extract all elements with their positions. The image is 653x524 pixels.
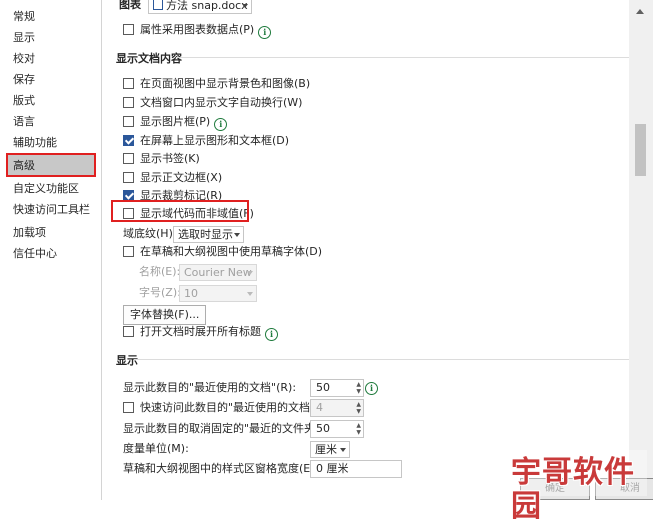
option-picture-placeholders[interactable]: 显示图片框(P) i: [123, 114, 228, 131]
attr-chart-points-option[interactable]: 属性采用图表数据点(P) i: [123, 22, 272, 39]
option-label: 快速访问此数目的"最近使用的文档"(Q):: [140, 401, 337, 414]
unit-label: 度量单位(M):: [123, 442, 189, 455]
spinner-arrows-icon[interactable]: ▲ ▼: [356, 422, 361, 436]
option-show-drawings[interactable]: 在屏幕上显示图形和文本框(D): [123, 133, 289, 149]
checkbox[interactable]: [123, 153, 134, 164]
option-label: 文档窗口内显示文字自动换行(W): [140, 96, 303, 109]
font-substitution-button[interactable]: 字体替换(F)...: [123, 305, 207, 325]
unpinned-folders-spinner[interactable]: 50 ▲ ▼: [310, 420, 364, 438]
spinner-arrows-icon[interactable]: ▲ ▼: [356, 381, 361, 395]
options-nav: 常规 显示 校对 保存 版式 语言 辅助功能 高级 自定义功能区 快速访问工具栏…: [0, 0, 102, 500]
font-name-label: 名称(E):: [139, 265, 181, 278]
checkbox[interactable]: [123, 326, 134, 337]
chart-label: 图表: [119, 0, 141, 11]
unit-dropdown[interactable]: 厘米: [310, 441, 350, 458]
chevron-down-icon: [247, 292, 253, 296]
nav-language[interactable]: 语言: [13, 113, 35, 131]
font-size-label: 字号(Z):: [139, 286, 181, 299]
scroll-thumb[interactable]: [635, 124, 646, 176]
option-quick-access-docs[interactable]: 快速访问此数目的"最近使用的文档"(Q):: [123, 400, 336, 416]
checkbox[interactable]: [123, 246, 134, 257]
option-label: 在屏幕上显示图形和文本框(D): [140, 134, 290, 147]
quick-access-value: 4: [316, 401, 323, 414]
unit-value: 厘米: [315, 443, 337, 456]
nav-save[interactable]: 保存: [13, 71, 35, 89]
recent-docs-label: 显示此数目的"最近使用的文档"(R):: [123, 381, 297, 394]
option-label: 属性采用图表数据点(P): [140, 23, 255, 36]
option-draft-font[interactable]: 在草稿和大纲视图中使用草稿字体(D): [123, 244, 322, 260]
checkbox[interactable]: [123, 24, 134, 35]
checkbox[interactable]: [123, 172, 134, 183]
chevron-down-icon: [340, 448, 346, 452]
nav-layout[interactable]: 版式: [13, 92, 35, 110]
advanced-options-panel: 图表 方法 snap.docx 属性采用图表数据点(P) i 显示文档内容 在页面…: [102, 0, 629, 500]
info-icon[interactable]: i: [258, 26, 272, 39]
chart-doc-value: 方法 snap.docx: [166, 0, 248, 12]
option-label: 打开文档时展开所有标题: [140, 325, 261, 338]
chevron-down-icon: [234, 233, 240, 237]
option-text-boundaries[interactable]: 显示正文边框(X): [123, 170, 222, 186]
watermark-text: 宇哥软件园: [511, 455, 635, 524]
font-name-dropdown[interactable]: Courier New: [179, 264, 257, 281]
nav-addins[interactable]: 加载项: [13, 224, 46, 242]
option-wrap-text[interactable]: 文档窗口内显示文字自动换行(W): [123, 95, 302, 111]
chevron-down-icon: [242, 4, 248, 8]
style-width-label: 草稿和大纲视图中的样式区窗格宽度(E):: [123, 462, 319, 475]
font-size-dropdown[interactable]: 10: [179, 285, 257, 302]
option-label: 在草稿和大纲视图中使用草稿字体(D): [140, 245, 323, 258]
checkbox[interactable]: [123, 97, 134, 108]
option-bg-color[interactable]: 在页面视图中显示背景色和图像(B): [123, 76, 310, 92]
recent-docs-value: 50: [316, 381, 330, 394]
info-icon[interactable]: i: [214, 118, 228, 131]
font-name-value: Courier New: [184, 266, 252, 279]
nav-display[interactable]: 显示: [13, 29, 35, 47]
chevron-down-icon: [247, 271, 253, 275]
recent-docs-spinner[interactable]: 50 ▲ ▼: [310, 379, 364, 397]
divider: [134, 359, 629, 360]
checkbox[interactable]: [123, 402, 134, 413]
section-heading-doc-content: 显示文档内容: [116, 52, 182, 65]
field-shading-value: 选取时显示: [178, 228, 233, 241]
option-label: 显示正文边框(X): [140, 171, 223, 184]
info-icon[interactable]: i: [265, 328, 278, 341]
vertical-scrollbar[interactable]: [629, 0, 653, 500]
option-label: 在页面视图中显示背景色和图像(B): [140, 77, 311, 90]
nav-advanced-label: 高级: [13, 159, 35, 172]
checkbox-checked[interactable]: [123, 135, 134, 146]
style-width-spinner[interactable]: 0 厘米: [310, 460, 402, 478]
chart-doc-dropdown[interactable]: 方法 snap.docx: [148, 0, 252, 14]
info-icon[interactable]: i: [365, 382, 378, 395]
checkbox[interactable]: [123, 116, 134, 127]
quick-access-spinner[interactable]: 4 ▲ ▼: [310, 399, 364, 417]
spinner-arrows-icon: ▲ ▼: [356, 401, 361, 415]
unpinned-folders-label: 显示此数目的取消固定的"最近的文件夹"(F):: [123, 422, 339, 435]
font-size-value: 10: [184, 287, 198, 300]
option-expand-headings[interactable]: 打开文档时展开所有标题 i: [123, 324, 278, 341]
nav-quick-access-toolbar[interactable]: 快速访问工具栏: [13, 201, 90, 219]
nav-proofing[interactable]: 校对: [13, 50, 35, 68]
checkbox[interactable]: [123, 78, 134, 89]
doc-icon: [153, 0, 163, 10]
section-heading-display: 显示: [116, 354, 138, 367]
option-bookmarks[interactable]: 显示书签(K): [123, 151, 200, 167]
nav-accessibility[interactable]: 辅助功能: [13, 134, 57, 152]
nav-trust-center[interactable]: 信任中心: [13, 245, 57, 263]
field-shading-dropdown[interactable]: 选取时显示: [173, 226, 244, 243]
style-width-value: 0 厘米: [316, 462, 349, 475]
scroll-up-arrow-icon[interactable]: [636, 9, 644, 14]
option-label: 显示书签(K): [140, 152, 200, 165]
field-shading-label: 域底纹(H):: [123, 227, 177, 240]
nav-general[interactable]: 常规: [13, 8, 35, 26]
option-label: 显示图片框(P): [140, 115, 211, 128]
nav-advanced[interactable]: 高级: [6, 153, 96, 177]
divider: [176, 57, 629, 58]
watermark: 宇哥软件园: [505, 450, 647, 524]
unpinned-folders-value: 50: [316, 422, 330, 435]
highlight-box: [111, 200, 249, 222]
nav-customize-ribbon[interactable]: 自定义功能区: [13, 180, 79, 198]
